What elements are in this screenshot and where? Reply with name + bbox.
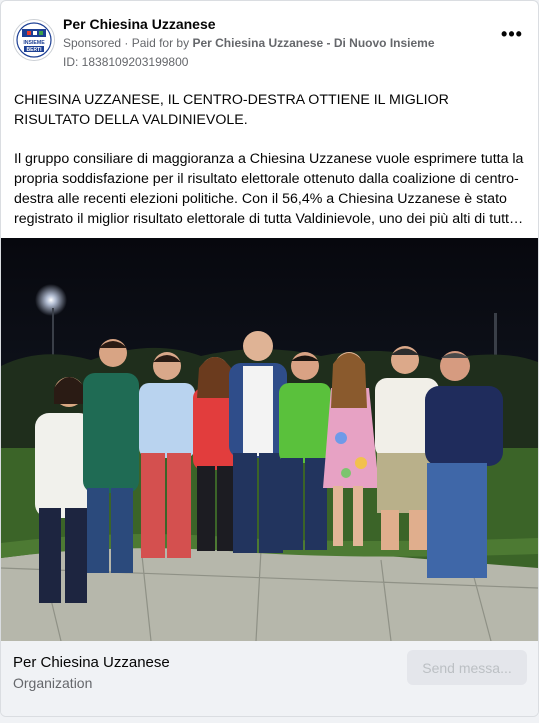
footer-page-category: Organization	[13, 675, 93, 691]
paid-for-prefix: · Paid for by	[124, 36, 190, 50]
party-logo-icon: INSIEME BERTI	[14, 20, 54, 60]
sponsored-label: Sponsored	[63, 36, 122, 50]
person-2	[83, 339, 139, 573]
paid-for-by-link[interactable]: Per Chiesina Uzzanese - Di Nuovo Insieme	[192, 36, 434, 50]
post-text: CHIESINA UZZANESE, IL CENTRO-DESTRA OTTI…	[14, 90, 526, 229]
post-footer: Per Chiesina Uzzanese Organization Send …	[1, 641, 538, 716]
avatar-text-1: INSIEME	[23, 40, 45, 46]
ad-id: ID: 1838109203199800	[63, 55, 189, 69]
post-headline: CHIESINA UZZANESE, IL CENTRO-DESTRA OTTI…	[14, 92, 449, 128]
avatar-text-2: BERTI	[27, 47, 43, 53]
page-avatar[interactable]: INSIEME BERTI	[13, 19, 55, 61]
sponsored-meta: Sponsored · Paid for by Per Chiesina Uzz…	[63, 36, 435, 50]
post-body[interactable]: Il gruppo consiliare di maggioranza a Ch…	[14, 149, 526, 229]
street-lamp-light	[35, 284, 67, 316]
post-photo[interactable]	[1, 238, 538, 641]
ad-post-card: INSIEME BERTI Per Chiesina Uzzanese Spon…	[0, 0, 539, 717]
more-horizontal-icon[interactable]: •••	[498, 25, 526, 47]
page-name-link[interactable]: Per Chiesina Uzzanese	[63, 16, 216, 32]
send-message-button[interactable]: Send messa...	[407, 650, 527, 685]
post-header: INSIEME BERTI Per Chiesina Uzzanese Spon…	[13, 13, 526, 71]
footer-page-name[interactable]: Per Chiesina Uzzanese	[13, 654, 170, 671]
